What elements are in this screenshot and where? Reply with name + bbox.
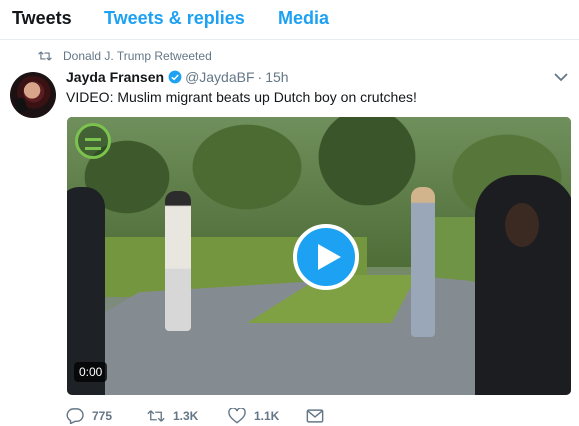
video-frame-person-crutches bbox=[411, 187, 435, 337]
retweet-context-label[interactable]: Donald J. Trump Retweeted bbox=[63, 49, 212, 63]
author-username[interactable]: @JaydaBF bbox=[185, 69, 254, 85]
tweet-timestamp[interactable]: 15h bbox=[265, 69, 288, 85]
tweet-header: Jayda Fransen @JaydaBF · 15h bbox=[66, 68, 289, 86]
direct-message-button[interactable] bbox=[306, 408, 332, 424]
retweet-icon bbox=[147, 410, 165, 422]
video-frame-person-white-shirt bbox=[165, 191, 191, 331]
video-watermark-logo bbox=[75, 123, 111, 159]
profile-tabs: Tweets Tweets & replies Media bbox=[0, 0, 579, 40]
header-separator: · bbox=[257, 69, 263, 85]
play-button[interactable] bbox=[293, 224, 359, 290]
play-icon bbox=[317, 244, 341, 270]
reply-button[interactable]: 775 bbox=[66, 408, 112, 424]
tweet-text: VIDEO: Muslim migrant beats up Dutch boy… bbox=[66, 89, 417, 105]
avatar[interactable] bbox=[10, 72, 56, 118]
video-player[interactable]: 0:00 bbox=[67, 117, 571, 395]
author-fullname[interactable]: Jayda Fransen bbox=[66, 69, 164, 85]
verified-badge-icon bbox=[168, 70, 182, 84]
retweet-button[interactable]: 1.3K bbox=[147, 408, 198, 424]
reply-icon bbox=[66, 408, 84, 424]
retweet-context: Donald J. Trump Retweeted bbox=[38, 49, 212, 63]
chevron-down-icon[interactable] bbox=[554, 72, 568, 82]
retweet-count: 1.3K bbox=[173, 409, 199, 423]
retweet-icon bbox=[38, 51, 52, 61]
like-icon bbox=[228, 408, 246, 424]
direct-message-icon bbox=[306, 409, 324, 423]
tab-tweets-and-replies[interactable]: Tweets & replies bbox=[104, 8, 245, 29]
reply-count: 775 bbox=[92, 409, 113, 423]
like-button[interactable]: 1.1K bbox=[228, 408, 279, 424]
tab-media[interactable]: Media bbox=[278, 8, 329, 29]
like-count: 1.1K bbox=[254, 409, 280, 423]
video-duration: 0:00 bbox=[74, 362, 108, 382]
tab-tweets[interactable]: Tweets bbox=[12, 8, 72, 29]
video-frame-person-right-face bbox=[505, 203, 539, 247]
